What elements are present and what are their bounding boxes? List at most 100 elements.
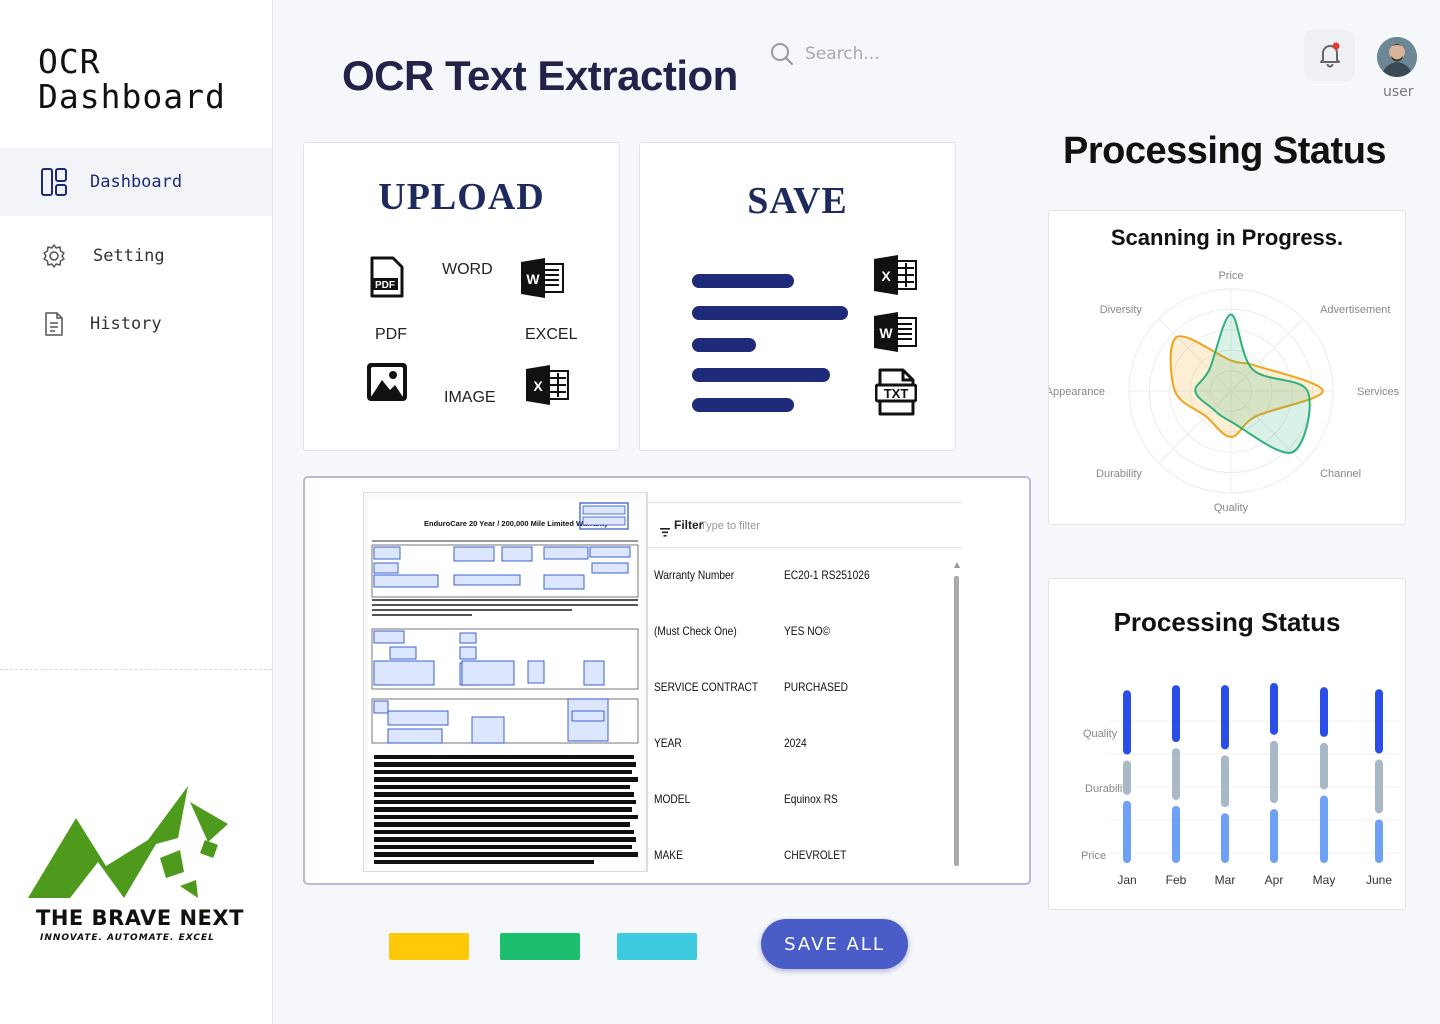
row-key: MODEL bbox=[654, 792, 691, 806]
sidebar: OCR Dashboard Dashboard Setting History … bbox=[0, 0, 273, 1024]
row-key: Warranty Number bbox=[654, 568, 735, 582]
sidebar-item-setting[interactable]: Setting bbox=[0, 222, 272, 290]
save-card[interactable]: SAVE X W TXT bbox=[639, 142, 956, 451]
bar-chart: QualityDurabilityPriceJan Feb Mar Apr May Jun… bbox=[1081, 683, 1399, 887]
row-key: (Must Check One) bbox=[654, 624, 737, 638]
bar-y-label: Quality bbox=[1083, 728, 1118, 740]
pdf-icon[interactable]: PDF bbox=[370, 256, 404, 302]
save-all-button[interactable]: SAVE ALL bbox=[761, 919, 908, 969]
logo-title: THE BRAVE NEXT bbox=[36, 906, 244, 930]
bell-icon bbox=[1316, 40, 1344, 72]
filter-input[interactable] bbox=[700, 517, 850, 535]
table-row[interactable]: SERVICE CONTRACT PURCHASED bbox=[648, 680, 948, 700]
bar-durability-may bbox=[1320, 742, 1328, 790]
scroll-thumb[interactable] bbox=[954, 576, 959, 866]
word-label: WORD bbox=[442, 261, 493, 278]
search-icon bbox=[770, 42, 794, 70]
table-row[interactable]: MAKE CHEVROLET bbox=[648, 848, 948, 868]
app-title-line2: Dashboard bbox=[38, 77, 226, 116]
notification-button[interactable] bbox=[1304, 30, 1355, 81]
bar-y-label: Price bbox=[1081, 850, 1106, 862]
row-value: Equinox RS bbox=[784, 792, 838, 806]
table-row[interactable]: (Must Check One) YES NO© bbox=[648, 624, 948, 644]
page-title: OCR Text Extraction bbox=[342, 52, 738, 99]
bar-price-may bbox=[1320, 795, 1328, 863]
gear-icon bbox=[40, 242, 68, 270]
bar-durability-feb bbox=[1172, 748, 1180, 800]
radar-series-1 bbox=[1194, 313, 1311, 454]
color-swatch-yellow[interactable] bbox=[389, 933, 469, 960]
bar-price-mar bbox=[1221, 813, 1229, 863]
logo-tagline: INNOVATE. AUTOMATE. EXCEL bbox=[40, 933, 215, 943]
bar-price-jan bbox=[1123, 800, 1131, 863]
excel-icon[interactable]: X bbox=[874, 255, 918, 299]
scrollbar[interactable] bbox=[954, 562, 960, 866]
radar-axis-label: Price bbox=[1218, 270, 1243, 282]
bar-durability-apr bbox=[1270, 740, 1278, 804]
row-value: YES NO© bbox=[784, 624, 831, 638]
row-value: CHEVROLET bbox=[784, 848, 847, 862]
bar-category-label: June bbox=[1366, 873, 1392, 887]
bar-category-label: May bbox=[1313, 873, 1336, 887]
bar-quality-may bbox=[1320, 687, 1328, 737]
extraction-results: Filter Warranty Number EC20-1 RS251026 (M… bbox=[647, 492, 962, 872]
upload-card[interactable]: UPLOAD PDF WORD W PDF EXCEL IMAGE X bbox=[303, 142, 620, 451]
bar-durability-jan bbox=[1123, 760, 1131, 795]
color-swatch-cyan[interactable] bbox=[617, 933, 697, 960]
image-icon[interactable] bbox=[366, 362, 408, 406]
radar-chart: Price Advertisement Services Channel Quality… bbox=[1049, 270, 1400, 514]
user-label: user bbox=[1383, 84, 1414, 100]
sidebar-item-label: Setting bbox=[93, 246, 165, 266]
bar-quality-mar bbox=[1221, 685, 1229, 750]
excel-label: EXCEL bbox=[525, 326, 578, 343]
radar-axis-label: Appearance bbox=[1049, 386, 1105, 398]
svg-text:W: W bbox=[879, 325, 893, 341]
svg-text:TXT: TXT bbox=[884, 386, 909, 401]
bar-quality-jan bbox=[1123, 690, 1131, 755]
svg-text:X: X bbox=[881, 268, 891, 284]
bar-price-june bbox=[1375, 819, 1383, 863]
word-icon[interactable]: W bbox=[874, 312, 918, 356]
avatar[interactable] bbox=[1377, 37, 1417, 77]
bar-quality-apr bbox=[1270, 683, 1278, 735]
radar-axis-label: Services bbox=[1357, 386, 1400, 398]
sidebar-item-history[interactable]: History bbox=[0, 290, 272, 358]
search-bar bbox=[770, 40, 1070, 70]
row-key: SERVICE CONTRACT bbox=[654, 680, 759, 694]
processing-status-heading: Processing Status bbox=[1063, 130, 1387, 172]
radar-chart-card: Scanning in Progress. Price Advertisement… bbox=[1048, 210, 1406, 525]
bar-durability-mar bbox=[1221, 755, 1229, 808]
bar-price-apr bbox=[1270, 809, 1278, 863]
document-icon bbox=[40, 310, 68, 338]
bar-durability-june bbox=[1375, 759, 1383, 814]
svg-text:PDF: PDF bbox=[375, 280, 395, 291]
text-lines-icon bbox=[692, 274, 848, 412]
ocr-preview-panel: EnduroCare 20 Year / 200,000 Mile Limite… bbox=[303, 476, 1031, 885]
table-row[interactable]: Warranty Number EC20-1 RS251026 bbox=[648, 568, 948, 588]
search-input[interactable] bbox=[805, 40, 1045, 68]
layout-icon bbox=[40, 168, 68, 196]
row-key: MAKE bbox=[654, 848, 683, 862]
txt-icon[interactable]: TXT bbox=[874, 368, 918, 420]
radar-axis-label: Channel bbox=[1320, 468, 1361, 480]
sidebar-item-dashboard[interactable]: Dashboard bbox=[0, 148, 272, 216]
row-key: YEAR bbox=[654, 736, 682, 750]
excel-icon[interactable]: X bbox=[526, 365, 570, 409]
scanned-document[interactable]: EnduroCare 20 Year / 200,000 Mile Limite… bbox=[363, 492, 647, 872]
scroll-up-icon[interactable] bbox=[954, 562, 960, 568]
svg-text:W: W bbox=[526, 271, 540, 287]
svg-text:X: X bbox=[533, 378, 543, 394]
save-heading: SAVE bbox=[747, 180, 848, 222]
upload-heading: UPLOAD bbox=[378, 176, 545, 218]
table-row[interactable]: MODEL Equinox RS bbox=[648, 792, 948, 812]
radar-axis-label: Advertisement bbox=[1320, 304, 1390, 316]
table-row[interactable]: YEAR 2024 bbox=[648, 736, 948, 756]
word-icon[interactable]: W bbox=[521, 258, 565, 302]
app-title-line1: OCR bbox=[38, 42, 101, 81]
filter-bar: Filter bbox=[648, 502, 962, 548]
row-value: EC20-1 RS251026 bbox=[784, 568, 870, 582]
image-label: IMAGE bbox=[444, 389, 496, 406]
color-swatch-green[interactable] bbox=[500, 933, 580, 960]
row-value: PURCHASED bbox=[784, 680, 849, 694]
bar-quality-feb bbox=[1172, 685, 1180, 743]
